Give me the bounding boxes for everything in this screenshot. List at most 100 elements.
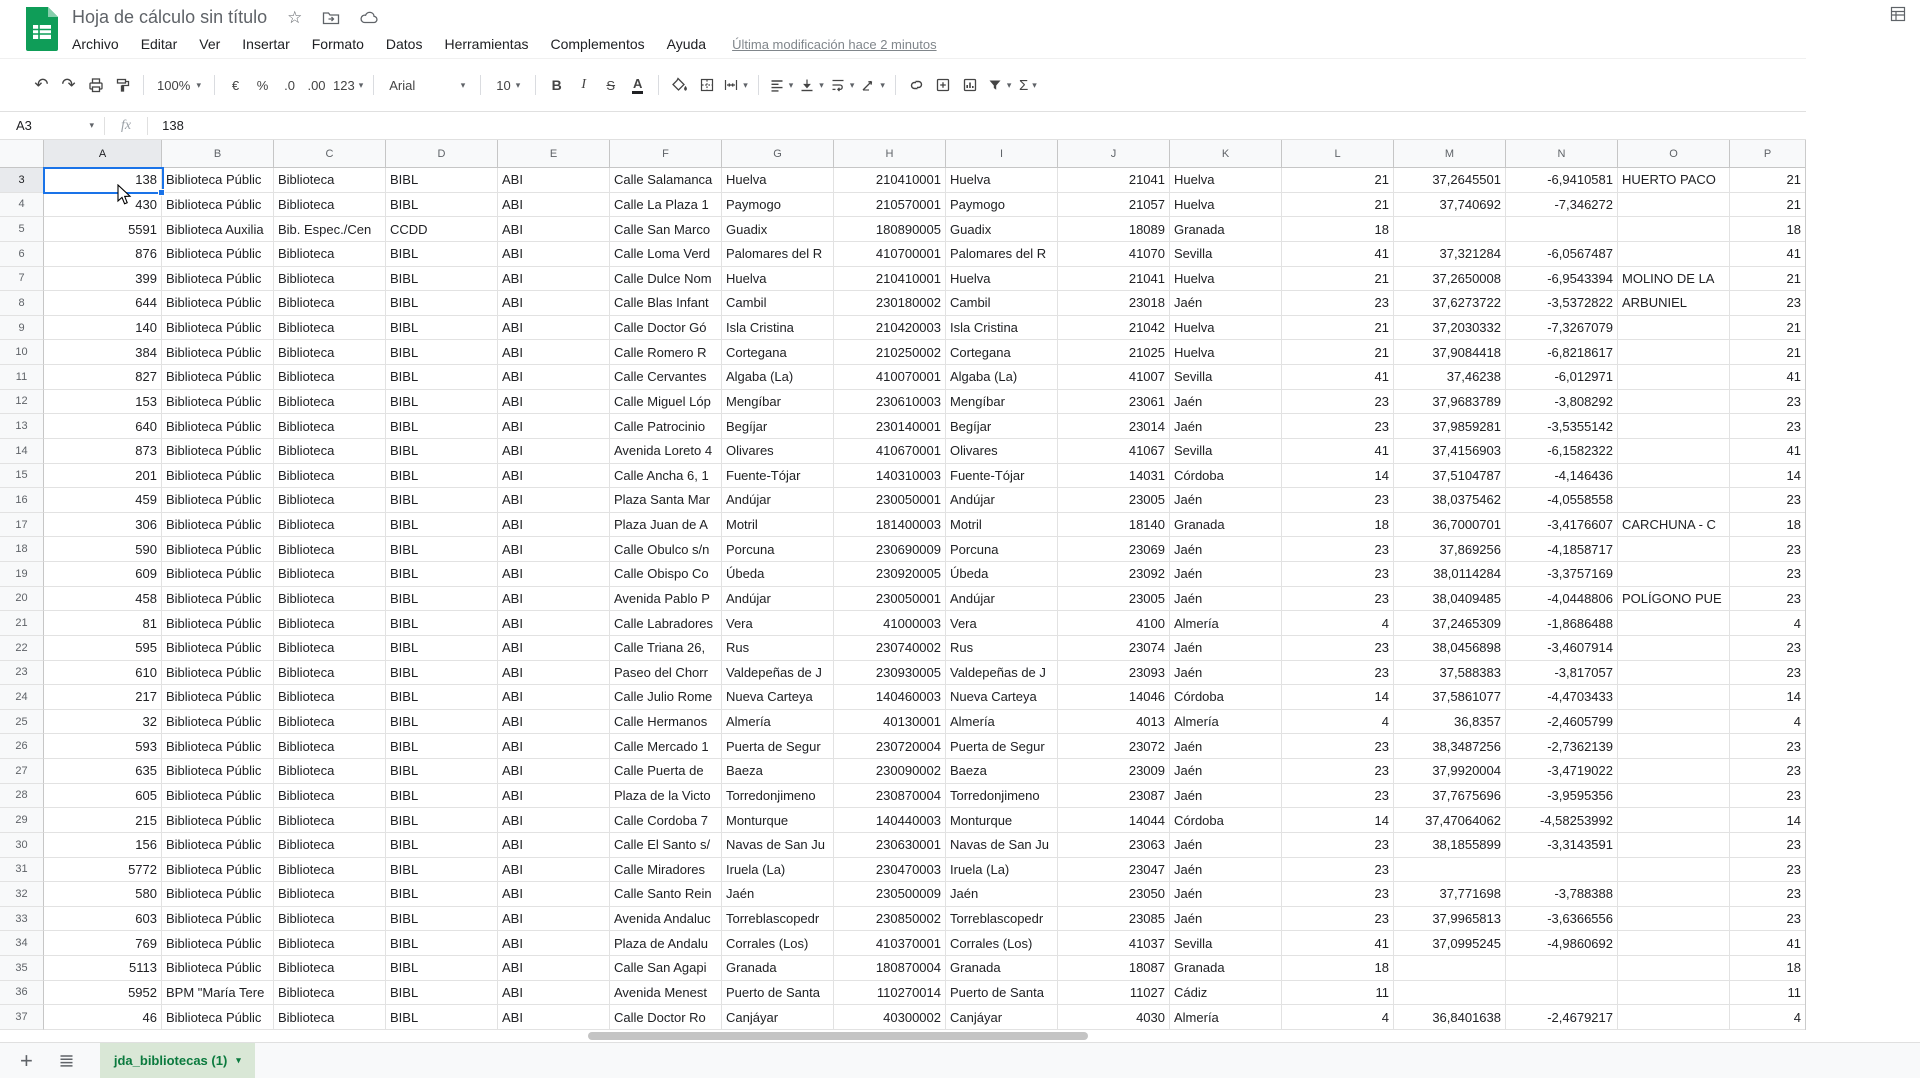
cell[interactable]: 23 [1730,537,1806,562]
cell[interactable]: Biblioteca Públic [162,956,274,981]
cell[interactable]: 81 [44,611,162,636]
cell[interactable]: 23092 [1058,562,1170,587]
cell[interactable]: Biblioteca Públic [162,365,274,390]
cell[interactable]: 180870004 [834,956,946,981]
cell[interactable]: 23 [1730,291,1806,316]
cell[interactable]: 430 [44,193,162,218]
zoom-select[interactable]: 100%▾ [151,71,207,99]
cell[interactable]: ABI [498,267,610,292]
cell[interactable]: 5113 [44,956,162,981]
cell[interactable]: BIBL [386,537,498,562]
cell[interactable] [1618,217,1730,242]
cell[interactable]: 37,7675696 [1394,784,1506,809]
cell[interactable]: Biblioteca [274,340,386,365]
cell[interactable]: -4,0448806 [1506,587,1618,612]
cell[interactable]: Calle Cordoba 7 [610,808,722,833]
cell[interactable]: Porcuna [722,537,834,562]
cell[interactable]: Granada [1170,513,1282,538]
row-header-20[interactable]: 20 [0,587,44,612]
cell[interactable]: ABI [498,365,610,390]
cell[interactable]: Calle Patrocinio [610,414,722,439]
cell[interactable]: 23014 [1058,414,1170,439]
cell[interactable]: Plaza de la Victo [610,784,722,809]
cell[interactable]: 140 [44,316,162,341]
cell[interactable]: ABI [498,734,610,759]
cell[interactable]: Biblioteca Públic [162,464,274,489]
cell[interactable]: Jaén [1170,562,1282,587]
cell[interactable]: Biblioteca Públic [162,858,274,883]
cell[interactable]: Biblioteca [274,759,386,784]
cell[interactable]: 210410001 [834,168,946,193]
cell[interactable]: Biblioteca [274,365,386,390]
row-header-6[interactable]: 6 [0,242,44,267]
cell[interactable]: 23 [1282,488,1394,513]
cell[interactable]: -7,3267079 [1506,316,1618,341]
cell[interactable]: Biblioteca [274,291,386,316]
cell[interactable]: -3,3757169 [1506,562,1618,587]
cell[interactable]: 23 [1282,759,1394,784]
cell[interactable]: Begíjar [722,414,834,439]
cell[interactable]: BIBL [386,611,498,636]
cell[interactable]: 230740002 [834,636,946,661]
cell[interactable]: MOLINO DE LA [1618,267,1730,292]
cell[interactable]: 41 [1282,439,1394,464]
cell[interactable]: 21057 [1058,193,1170,218]
cell[interactable]: 23018 [1058,291,1170,316]
cell[interactable]: 23 [1282,562,1394,587]
cell[interactable]: 230500009 [834,882,946,907]
menu-formato[interactable]: Formato [312,36,364,52]
cell[interactable]: Monturque [946,808,1058,833]
cell[interactable]: Puerta de Segur [946,734,1058,759]
cell[interactable]: 37,9084418 [1394,340,1506,365]
cell[interactable]: 14044 [1058,808,1170,833]
add-sheet-button[interactable]: + [20,1051,33,1071]
cell[interactable]: Biblioteca [274,734,386,759]
cell[interactable]: Cádiz [1170,981,1282,1006]
cell[interactable]: 230870004 [834,784,946,809]
cell[interactable] [1506,217,1618,242]
cell[interactable]: 21 [1730,316,1806,341]
cell[interactable]: 827 [44,365,162,390]
row-header-12[interactable]: 12 [0,390,44,415]
cell[interactable]: Biblioteca Públic [162,587,274,612]
cell[interactable]: 410700001 [834,242,946,267]
cell[interactable]: 46 [44,1005,162,1030]
cell[interactable]: 40130001 [834,710,946,735]
cell[interactable]: 38,3487256 [1394,734,1506,759]
cell[interactable]: 230630001 [834,833,946,858]
cell[interactable]: 21 [1730,168,1806,193]
cell[interactable]: 876 [44,242,162,267]
cell[interactable]: Biblioteca [274,882,386,907]
cell[interactable]: 37,588383 [1394,661,1506,686]
column-header-I[interactable]: I [946,140,1058,168]
cell[interactable]: Calle Miguel Lóp [610,390,722,415]
cell[interactable]: 23 [1730,661,1806,686]
cell[interactable]: BIBL [386,414,498,439]
cell[interactable]: Nueva Carteya [722,685,834,710]
percent-format-button[interactable]: % [249,71,276,99]
cell[interactable]: Navas de San Ju [946,833,1058,858]
cell[interactable]: 23063 [1058,833,1170,858]
row-header-22[interactable]: 22 [0,636,44,661]
cell[interactable]: Andújar [946,488,1058,513]
cell[interactable] [1618,365,1730,390]
column-header-O[interactable]: O [1618,140,1730,168]
cell[interactable]: -4,1858717 [1506,537,1618,562]
cell[interactable]: Úbeda [722,562,834,587]
cell[interactable]: 23 [1730,636,1806,661]
cell[interactable]: ABI [498,636,610,661]
cell[interactable]: ABI [498,882,610,907]
cell[interactable]: Puerto de Santa [946,981,1058,1006]
cell[interactable]: Biblioteca [274,242,386,267]
cell[interactable]: Palomares del R [722,242,834,267]
cell[interactable]: Avenida Loreto 4 [610,439,722,464]
cell[interactable]: 38,0409485 [1394,587,1506,612]
horizontal-scrollbar-thumb[interactable] [588,1032,1088,1040]
text-rotation-select[interactable]: ▾ [857,71,888,99]
cell[interactable]: Cambil [946,291,1058,316]
cell[interactable]: Jaén [1170,537,1282,562]
cell[interactable]: Biblioteca Públic [162,808,274,833]
cell[interactable]: 23 [1730,414,1806,439]
cell[interactable]: 23 [1282,833,1394,858]
cell[interactable]: 41000003 [834,611,946,636]
